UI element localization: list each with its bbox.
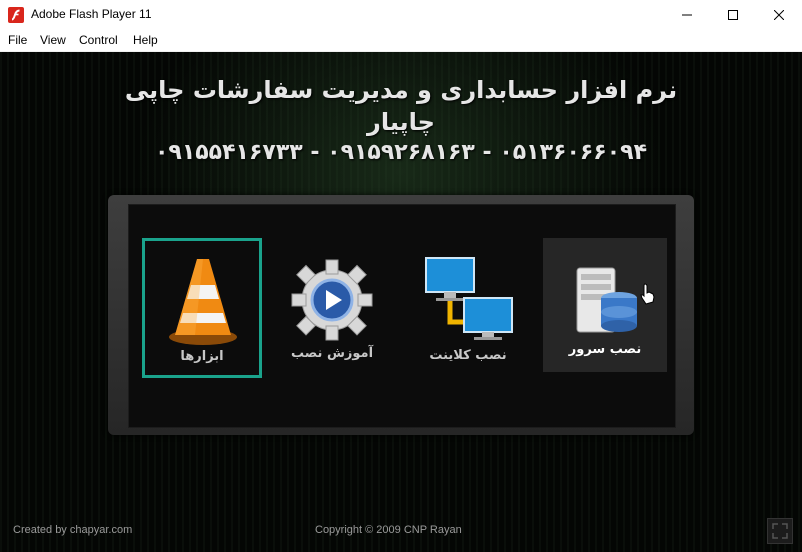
minimize-icon bbox=[682, 14, 692, 16]
server-database-icon bbox=[576, 267, 637, 333]
app-name: چاپیار bbox=[367, 108, 435, 136]
window-title: Adobe Flash Player 11 bbox=[31, 7, 152, 21]
tools-tile[interactable]: ابزارها bbox=[142, 238, 262, 378]
phone-numbers: ۰۵۱۳۶۰۶۶۰۹۴ - ۰۹۱۵۹۲۶۸۱۶۳ - ۰۹۱۵۵۴۱۶۷۳۳ bbox=[154, 140, 648, 165]
minimize-button[interactable] bbox=[664, 0, 710, 30]
fullscreen-button[interactable] bbox=[767, 518, 793, 544]
flash-stage: نرم افزار حسابداری و مدیریت سفارشات چاپی… bbox=[0, 52, 802, 552]
hand-cursor-icon bbox=[640, 283, 655, 305]
close-button[interactable] bbox=[756, 0, 802, 30]
title-bar: Adobe Flash Player 11 bbox=[0, 0, 802, 30]
maximize-button[interactable] bbox=[710, 0, 756, 30]
client-install-label: نصب کلاینت bbox=[429, 348, 507, 363]
maximize-icon bbox=[728, 10, 738, 20]
created-by[interactable]: Created by chapyar.com bbox=[13, 524, 132, 536]
server-install-label: نصب سرور bbox=[568, 342, 642, 357]
fullscreen-icon bbox=[772, 523, 788, 539]
server-install-tile[interactable]: نصب سرور bbox=[543, 238, 667, 372]
menu-file[interactable]: File bbox=[8, 33, 27, 47]
close-icon bbox=[774, 10, 784, 20]
network-monitors-icon bbox=[425, 257, 513, 340]
menu-control[interactable]: Control bbox=[79, 33, 118, 47]
install-tutorial-label: آموزش نصب bbox=[290, 346, 374, 361]
menu-help[interactable]: Help bbox=[133, 33, 158, 47]
tools-label: ابزارها bbox=[180, 349, 224, 364]
gear-play-icon bbox=[291, 259, 373, 341]
traffic-cone-icon bbox=[169, 259, 237, 345]
menu-view[interactable]: View bbox=[40, 33, 66, 47]
client-install-tile[interactable]: نصب کلاینت bbox=[408, 238, 528, 378]
app-description: نرم افزار حسابداری و مدیریت سفارشات چاپی bbox=[124, 76, 678, 104]
copyright: Copyright © 2009 CNP Rayan bbox=[315, 524, 462, 536]
menu-bar: File View Control Help bbox=[0, 30, 802, 52]
install-tutorial-tile[interactable]: آموزش نصب bbox=[272, 238, 392, 378]
flash-player-icon bbox=[8, 7, 24, 23]
